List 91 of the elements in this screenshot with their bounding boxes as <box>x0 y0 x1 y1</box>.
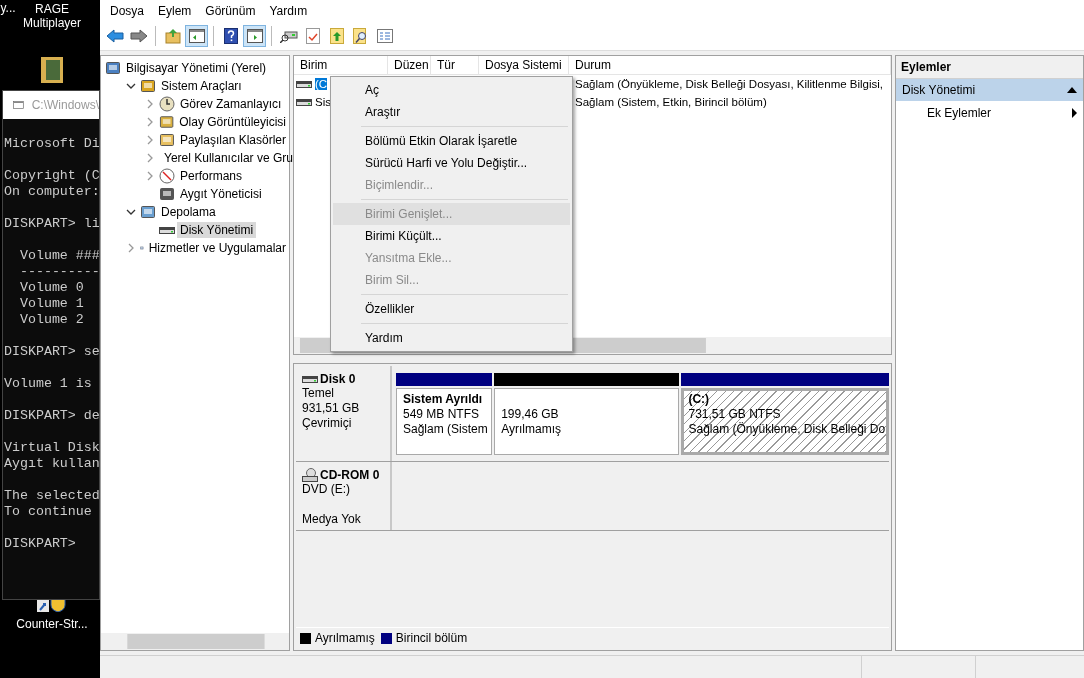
legend-label: Ayrılmamış <box>315 631 375 645</box>
column-header[interactable]: Tür <box>431 56 479 74</box>
forward-arrow-icon <box>129 29 148 43</box>
console-line: Virtual Disk <box>4 440 99 456</box>
collapse-triangle-icon <box>1067 87 1077 93</box>
console-line: Volume 2 <box>18 312 85 328</box>
console-line: Volume 1 is <box>4 376 93 392</box>
export-icon <box>329 28 344 44</box>
horizontal-scrollbar[interactable] <box>101 633 289 650</box>
column-header[interactable]: Birim <box>294 56 388 74</box>
pane-title: Eylemler <box>896 56 1083 79</box>
folder-up-icon <box>164 28 181 44</box>
table-cell[interactable]: Sis <box>315 96 331 108</box>
console-line: DISKPART> <box>4 536 77 552</box>
help-icon <box>223 28 238 44</box>
console-line: Volume 0 <box>18 280 85 296</box>
console-line: DISKPART> li <box>4 216 99 232</box>
folder-icon[interactable] <box>40 56 64 84</box>
desktop-icon-label[interactable]: Counter-Str... <box>12 617 92 631</box>
console-line: Aygıt kullan <box>4 456 99 472</box>
partition-block[interactable]: Sistem Ayrıldı 549 MB NTFS Sağlam (Sistem <box>396 388 493 455</box>
disk-detail: Medya Yok <box>302 512 362 527</box>
console-icon <box>13 99 24 111</box>
tree-item[interactable]: Disk Yönetimi <box>177 222 257 238</box>
toolbar-button[interactable] <box>185 25 208 47</box>
disk-detail: Temel <box>302 386 335 401</box>
console-line: ---------- <box>18 264 99 280</box>
console-line: DISKPART> de <box>4 408 99 424</box>
disk-drive-icon <box>302 374 318 384</box>
disk-detail: 931,51 GB <box>302 401 361 416</box>
console-line: Volume ### <box>18 248 99 264</box>
console-line: The selected <box>4 488 99 504</box>
submenu-arrow-icon <box>1072 108 1077 118</box>
console-line: To continue <box>4 504 93 520</box>
disk-detail: DVD (E:) <box>302 482 351 497</box>
console-line: On computer: <box>4 184 99 200</box>
menu-item[interactable]: Yardım <box>262 4 315 18</box>
menu-item[interactable]: Görünüm <box>198 4 263 18</box>
column-header[interactable]: Durum <box>569 56 891 74</box>
table-cell: Sağlam (Sistem, Etkin, Birincil bölüm) <box>575 96 767 108</box>
performance-icon <box>159 168 175 184</box>
tree-item[interactable]: Bilgisayar Yönetimi (Yerel) <box>123 60 270 76</box>
console-line: Volume 1 <box>18 296 85 312</box>
console-line: Copyright (C <box>4 168 99 184</box>
action-section-header[interactable]: Disk Yönetimi <box>896 79 1083 101</box>
table-cell: Sağlam (Önyükleme, Disk Belleği Dosyası, Kilitlenme Bilgisi, <box>575 78 884 90</box>
tree-item[interactable]: Olay Görüntüleyicisi <box>176 114 289 130</box>
clock-icon <box>159 96 175 112</box>
action-pane-icon <box>246 29 263 43</box>
shortcut-shield-icon[interactable] <box>37 598 67 612</box>
menu-item[interactable]: Sürücü Harfi ve Yolu Değiştir... <box>333 152 570 174</box>
menu-item[interactable]: Yardım <box>333 327 570 349</box>
column-header[interactable]: Düzen <box>388 56 431 74</box>
menu-item[interactable]: Araştır <box>333 101 570 123</box>
table-cell[interactable]: (C <box>315 78 328 90</box>
connect-icon <box>279 29 298 43</box>
disk-name: CD-ROM 0 <box>302 468 390 482</box>
search-icon <box>352 28 369 44</box>
console-line: DISKPART> se <box>4 344 99 360</box>
back-arrow-icon <box>105 29 124 43</box>
disk-detail: Çevrimiçi <box>302 416 353 431</box>
cd-drive-icon <box>302 468 318 482</box>
tree-pane-icon <box>188 29 205 43</box>
tree-item[interactable]: Hizmetler ve Uygulamalar <box>145 240 289 256</box>
menu-item[interactable]: Bölümü Etkin Olarak İşaretle <box>333 130 570 152</box>
tree-item[interactable]: Sistem Araçları <box>158 78 245 94</box>
legend-label: Birincil bölüm <box>395 631 468 645</box>
window-title: C:\Windows\ <box>31 98 99 112</box>
disk-drive-icon <box>159 225 175 235</box>
tree-item[interactable]: Performans <box>177 168 246 184</box>
column-header[interactable]: Dosya Sistemi <box>479 56 569 74</box>
action-item[interactable]: Ek Eylemler <box>896 101 1083 125</box>
tree-item[interactable]: Yerel Kullanıcılar ve Gru <box>161 150 296 166</box>
tree-item[interactable]: Paylaşılan Klasörler <box>176 132 289 148</box>
disk-drive-icon <box>296 97 312 107</box>
tree-item[interactable]: Görev Zamanlayıcı <box>177 96 285 112</box>
menu-item[interactable]: Dosya <box>103 4 151 18</box>
menu-item[interactable]: Özellikler <box>333 298 570 320</box>
menu-item[interactable]: Birimi Küçült... <box>333 225 570 247</box>
toolbar-button[interactable] <box>243 25 266 47</box>
disk-name: Disk 0 <box>302 372 390 386</box>
properties-list-icon <box>376 29 393 43</box>
partition-block[interactable]: 199,46 GB Ayrılmamış <box>494 388 680 455</box>
console-line: Microsoft Di <box>4 136 99 152</box>
disk-drive-icon <box>296 79 312 89</box>
checklist-icon <box>305 28 320 44</box>
menu-item[interactable]: Aç <box>333 79 570 101</box>
tree-item[interactable]: Depolama <box>158 204 219 220</box>
menu-item[interactable]: Eylem <box>151 4 199 18</box>
tree-item[interactable]: Aygıt Yöneticisi <box>177 186 265 202</box>
partition-block[interactable]: (C:) 731,51 GB NTFS Sağlam (Önyükleme, Disk Belleği Do <box>681 388 889 455</box>
